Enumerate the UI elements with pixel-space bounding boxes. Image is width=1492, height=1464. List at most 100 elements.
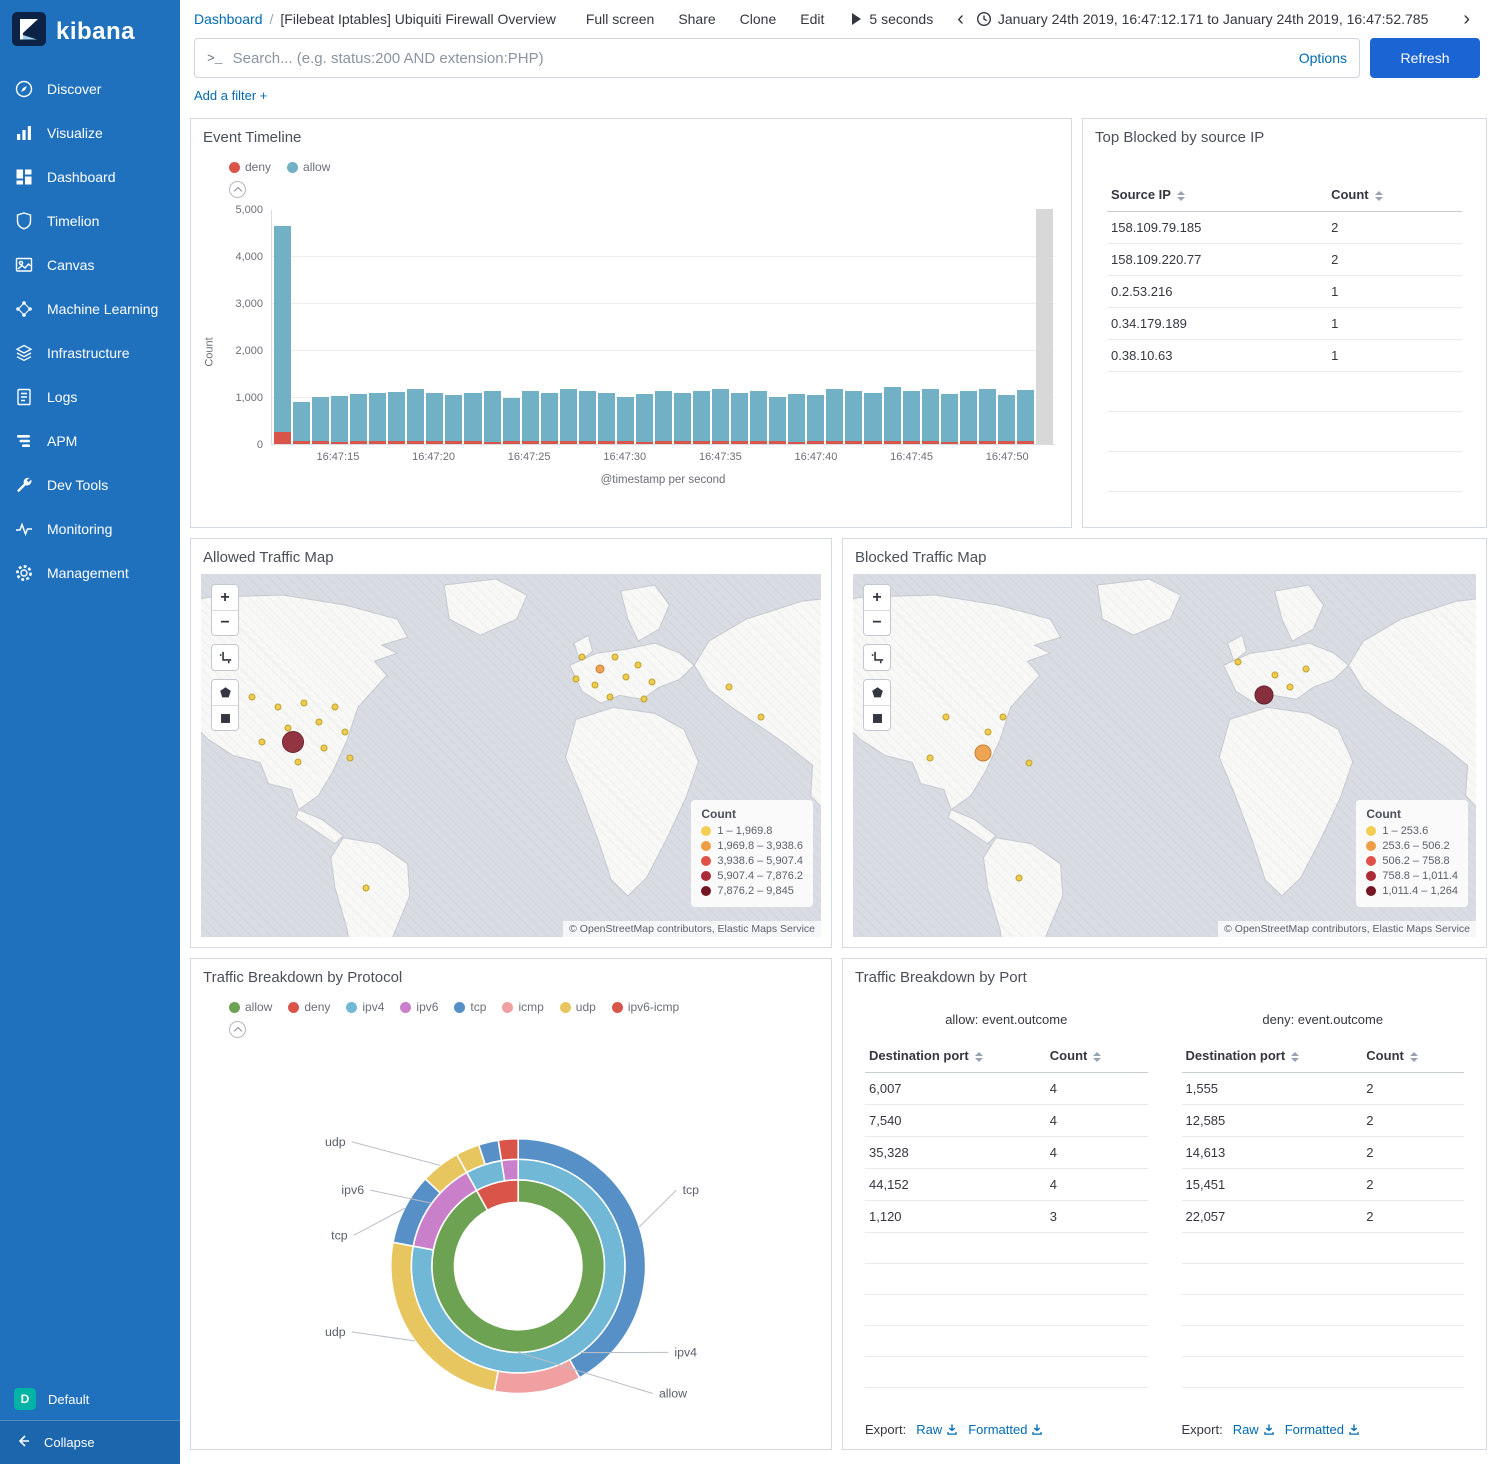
time-prev-icon[interactable]: ‹ — [949, 9, 972, 29]
sidebar-item-machine-learning[interactable]: Machine Learning — [0, 287, 180, 331]
time-range[interactable]: January 24th 2019, 16:47:12.171 to Janua… — [998, 11, 1428, 27]
sidebar-item-monitoring[interactable]: Monitoring — [0, 507, 180, 551]
map-point-marker[interactable] — [1026, 759, 1033, 766]
sidebar-item-dashboard[interactable]: Dashboard — [0, 155, 180, 199]
sort-icon[interactable] — [1410, 1052, 1418, 1062]
options-link[interactable]: Options — [1299, 50, 1347, 66]
legend-item-deny[interactable]: deny — [288, 1000, 330, 1014]
timeline-bar[interactable] — [998, 395, 1015, 444]
map-point-marker[interactable] — [726, 684, 733, 691]
map-point-marker[interactable] — [316, 719, 323, 726]
sunburst-segment-ipv6[interactable] — [501, 1159, 518, 1181]
menu-edit[interactable]: Edit — [800, 11, 824, 27]
map-point-marker[interactable] — [635, 662, 642, 669]
timeline-bar[interactable] — [579, 391, 596, 444]
map-point-marker[interactable] — [274, 704, 281, 711]
map-point-marker[interactable] — [285, 724, 292, 731]
map-point-marker[interactable] — [622, 674, 629, 681]
map-point-marker[interactable] — [259, 739, 266, 746]
kibana-logo[interactable]: kibana — [0, 0, 180, 67]
legend-item-ipv4[interactable]: ipv4 — [346, 1000, 384, 1014]
menu-share[interactable]: Share — [678, 11, 715, 27]
map-point-marker[interactable] — [591, 682, 598, 689]
map-point-marker[interactable] — [331, 704, 338, 711]
sidebar-item-timelion[interactable]: Timelion — [0, 199, 180, 243]
timeline-bar[interactable] — [750, 391, 767, 444]
map-point-marker[interactable] — [1235, 659, 1242, 666]
column-header[interactable]: Destination port — [1182, 1039, 1363, 1073]
map-point-marker[interactable] — [927, 754, 934, 761]
space-switcher[interactable]: D Default — [0, 1378, 180, 1420]
sidebar-item-infrastructure[interactable]: Infrastructure — [0, 331, 180, 375]
timeline-bar[interactable] — [903, 391, 920, 444]
column-header[interactable]: Count — [1327, 178, 1462, 212]
map-point-marker[interactable] — [984, 729, 991, 736]
timeline-bar[interactable] — [941, 394, 958, 444]
map-point-marker[interactable] — [573, 676, 580, 683]
map-point-marker[interactable] — [595, 665, 604, 674]
refresh-button[interactable]: Refresh — [1370, 38, 1480, 78]
column-header[interactable]: Count — [1046, 1039, 1148, 1073]
timeline-bar[interactable] — [636, 394, 653, 444]
sidebar-item-discover[interactable]: Discover — [0, 67, 180, 111]
map-point-marker[interactable] — [300, 699, 307, 706]
legend-item-deny[interactable]: deny — [229, 160, 271, 174]
sidebar-item-canvas[interactable]: Canvas — [0, 243, 180, 287]
column-header[interactable]: Source IP — [1107, 178, 1327, 212]
map-point-marker[interactable] — [1255, 686, 1274, 705]
timeline-bar[interactable] — [503, 398, 520, 444]
timeline-bar[interactable] — [960, 391, 977, 444]
sidebar-item-apm[interactable]: APM — [0, 419, 180, 463]
export-raw-link[interactable]: Raw — [1233, 1422, 1275, 1437]
legend-item-udp[interactable]: udp — [560, 1000, 596, 1014]
map-point-marker[interactable] — [248, 694, 255, 701]
map-point-marker[interactable] — [648, 679, 655, 686]
breadcrumb-dashboard[interactable]: Dashboard — [194, 11, 263, 27]
map-point-marker[interactable] — [757, 714, 764, 721]
column-header[interactable]: Destination port — [865, 1039, 1046, 1073]
timeline-bar[interactable] — [1017, 390, 1034, 444]
timeline-bar[interactable] — [312, 397, 329, 444]
timeline-bar[interactable] — [674, 393, 691, 444]
refresh-interval[interactable]: 5 seconds — [869, 11, 933, 27]
timeline-bar[interactable] — [350, 394, 367, 444]
legend-item-ipv6[interactable]: ipv6 — [400, 1000, 438, 1014]
timeline-bar[interactable] — [731, 393, 748, 444]
timeline-bar[interactable] — [331, 396, 348, 444]
legend-item-ipv6-icmp[interactable]: ipv6-icmp — [612, 1000, 679, 1014]
timeline-bar[interactable] — [388, 392, 405, 444]
legend-item-icmp[interactable]: icmp — [502, 1000, 543, 1014]
timeline-bar[interactable] — [293, 402, 310, 444]
timeline-bar[interactable] — [522, 391, 539, 444]
timeline-bar[interactable] — [864, 393, 881, 444]
polygon-select-button[interactable] — [864, 680, 890, 705]
map-point-marker[interactable] — [641, 696, 648, 703]
sidebar-item-visualize[interactable]: Visualize — [0, 111, 180, 155]
timeline-bar[interactable] — [560, 389, 577, 444]
sort-icon[interactable] — [1291, 1052, 1299, 1062]
legend-item-allow[interactable]: allow — [287, 160, 330, 174]
timeline-bar[interactable] — [769, 397, 786, 444]
legend-item-tcp[interactable]: tcp — [454, 1000, 486, 1014]
rectangle-select-button[interactable] — [212, 705, 238, 730]
search-input[interactable] — [233, 50, 1289, 67]
map-point-marker[interactable] — [1302, 666, 1309, 673]
map-point-marker[interactable] — [1287, 684, 1294, 691]
map-point-marker[interactable] — [607, 694, 614, 701]
protocol-sunburst-chart[interactable]: udpipv6tcpudptcpipv4allow — [191, 1038, 831, 1449]
timeline-bar[interactable] — [979, 389, 996, 444]
timeline-bar[interactable] — [484, 391, 501, 444]
collapse-button[interactable]: Collapse — [0, 1420, 180, 1464]
sidebar-item-logs[interactable]: Logs — [0, 375, 180, 419]
crop-tool-button[interactable] — [864, 645, 890, 670]
sunburst-segment-ipv6-icmp[interactable] — [498, 1139, 518, 1161]
map-point-marker[interactable] — [1000, 714, 1007, 721]
rectangle-select-button[interactable] — [864, 705, 890, 730]
timeline-bar[interactable] — [788, 394, 805, 444]
map-point-marker[interactable] — [342, 729, 349, 736]
timeline-bar[interactable] — [693, 391, 710, 444]
map-point-marker[interactable] — [347, 754, 354, 761]
map-point-marker[interactable] — [942, 714, 949, 721]
timeline-bar[interactable] — [426, 393, 443, 444]
timeline-bar[interactable] — [807, 395, 824, 444]
